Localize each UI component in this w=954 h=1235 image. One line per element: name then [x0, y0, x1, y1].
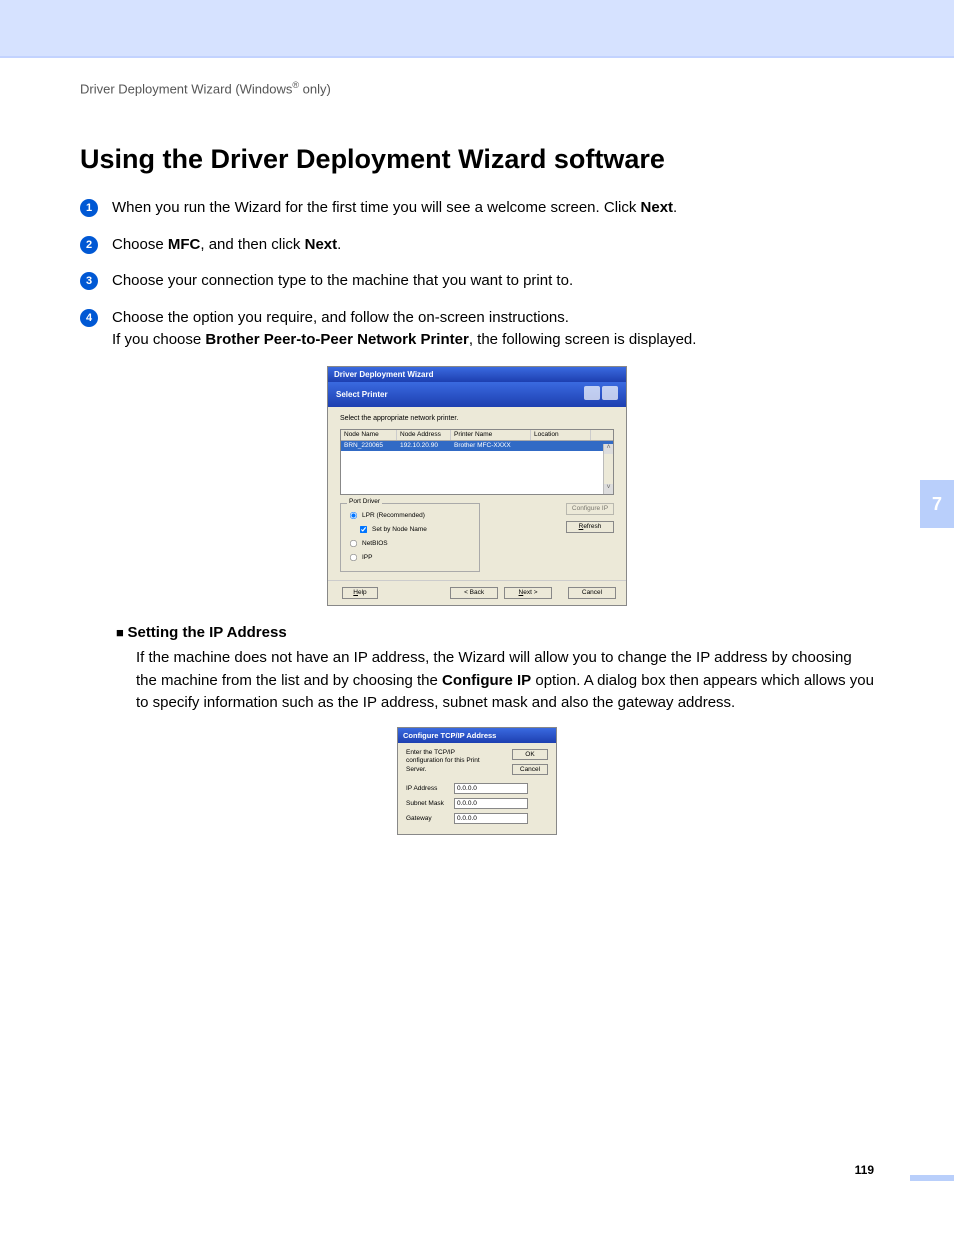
step-1-text: When you run the Wizard for the first ti… [112, 199, 641, 216]
tcpip-dialog: Configure TCP/IP Address Enter the TCP/I… [397, 727, 557, 835]
row-node-address: 192.10.20.90 [397, 441, 451, 451]
col-node-name: Node Name [341, 430, 397, 440]
step-3-text: Choose your connection type to the machi… [112, 272, 573, 289]
printer-list[interactable]: Node Name Node Address Printer Name Loca… [340, 429, 614, 495]
step-bullet-3: 3 [80, 272, 98, 290]
ip-label: IP Address [406, 785, 454, 792]
col-node-address: Node Address [397, 430, 451, 440]
tcpip-title: Configure TCP/IP Address [398, 728, 556, 743]
step-2-mid: , and then click [200, 236, 304, 253]
back-button[interactable]: < Back [450, 587, 498, 599]
subnet-field: Subnet Mask [406, 798, 548, 809]
step-4-line2-pre: If you choose [112, 331, 205, 348]
ok-button[interactable]: OK [512, 749, 548, 760]
wizard-icons [582, 386, 618, 403]
tcpip-instruction: Enter the TCP/IP configuration for this … [406, 749, 486, 774]
chapter-tab: 7 [920, 480, 954, 528]
printer-icon [584, 386, 600, 400]
wizard-footer: Help < Back Next > Cancel [328, 580, 626, 605]
para-bold: Configure IP [442, 672, 531, 689]
page-number-bar [910, 1175, 954, 1181]
step-bullet-4: 4 [80, 309, 98, 327]
wizard-dialog: Driver Deployment Wizard Select Printer … [327, 366, 627, 606]
scrollbar[interactable]: ˄ ˅ [603, 444, 613, 494]
ip-address-field: IP Address [406, 783, 548, 794]
step-bullet-1: 1 [80, 199, 98, 217]
cancel-button[interactable]: Cancel [512, 764, 548, 775]
top-header-bar [0, 0, 954, 58]
section-heading: Setting the IP Address [116, 624, 874, 641]
subnet-input[interactable] [454, 798, 528, 809]
port-driver-group: Port Driver LPR (Recommended) Set by Nod… [340, 503, 480, 572]
step-2-b2: Next [305, 236, 338, 253]
wizard-side-buttons: Configure IP Refresh [562, 503, 614, 533]
scroll-down-icon[interactable]: ˅ [604, 484, 613, 494]
refresh-button[interactable]: Refresh [566, 521, 614, 533]
wizard-subtitle-bar: Select Printer [328, 382, 626, 407]
wizard-instruction: Select the appropriate network printer. [340, 415, 614, 423]
step-bullet-2: 2 [80, 236, 98, 254]
step-4-line2-b: Brother Peer-to-Peer Network Printer [205, 331, 468, 348]
subnet-label: Subnet Mask [406, 800, 454, 807]
row-location [531, 441, 591, 451]
col-location: Location [531, 430, 591, 440]
breadcrumb-pre: Driver Deployment Wizard (Windows [80, 81, 292, 96]
port-driver-legend: Port Driver [347, 498, 382, 506]
col-printer-name: Printer Name [451, 430, 531, 440]
wizard-subtitle: Select Printer [336, 390, 388, 400]
page-body: Driver Deployment Wizard (Windows® only)… [0, 58, 954, 835]
step-4-line2-post: , the following screen is displayed. [469, 331, 697, 348]
gateway-field: Gateway [406, 813, 548, 824]
step-1-post: . [673, 199, 677, 216]
radio-netbios[interactable]: NetBIOS [347, 537, 473, 550]
step-4-line1: Choose the option you require, and follo… [112, 309, 569, 326]
row-node-name: BRN_220065 [341, 441, 397, 451]
section-paragraph: If the machine does not have an IP addre… [136, 647, 874, 715]
cancel-button[interactable]: Cancel [568, 587, 616, 599]
step-1-bold: Next [641, 199, 674, 216]
gateway-label: Gateway [406, 815, 454, 822]
ip-input[interactable] [454, 783, 528, 794]
step-2-pre: Choose [112, 236, 168, 253]
next-button[interactable]: Next > [504, 587, 552, 599]
scroll-up-icon[interactable]: ˄ [604, 444, 613, 454]
configure-ip-button[interactable]: Configure IP [566, 503, 614, 515]
check-set-by-node[interactable]: Set by Node Name [357, 523, 473, 536]
help-button[interactable]: Help [342, 587, 378, 599]
page-number: 119 [855, 1163, 874, 1177]
radio-lpr[interactable]: LPR (Recommended) [347, 509, 473, 522]
breadcrumb-post: only) [299, 81, 331, 96]
list-row[interactable]: BRN_220065 192.10.20.90 Brother MFC-XXXX [341, 441, 613, 451]
step-2: 2 Choose MFC, and then click Next. [80, 234, 874, 257]
list-header: Node Name Node Address Printer Name Loca… [341, 430, 613, 441]
page-title: Using the Driver Deployment Wizard softw… [80, 144, 874, 175]
breadcrumb: Driver Deployment Wizard (Windows® only) [80, 80, 874, 96]
printer-icon [602, 386, 618, 400]
step-1: 1 When you run the Wizard for the first … [80, 197, 874, 220]
step-2-post: . [337, 236, 341, 253]
wizard-title: Driver Deployment Wizard [328, 367, 626, 383]
step-4: 4 Choose the option you require, and fol… [80, 307, 874, 352]
step-3: 3 Choose your connection type to the mac… [80, 270, 874, 293]
step-2-b1: MFC [168, 236, 201, 253]
row-printer-name: Brother MFC-XXXX [451, 441, 531, 451]
gateway-input[interactable] [454, 813, 528, 824]
radio-ipp[interactable]: IPP [347, 551, 473, 564]
